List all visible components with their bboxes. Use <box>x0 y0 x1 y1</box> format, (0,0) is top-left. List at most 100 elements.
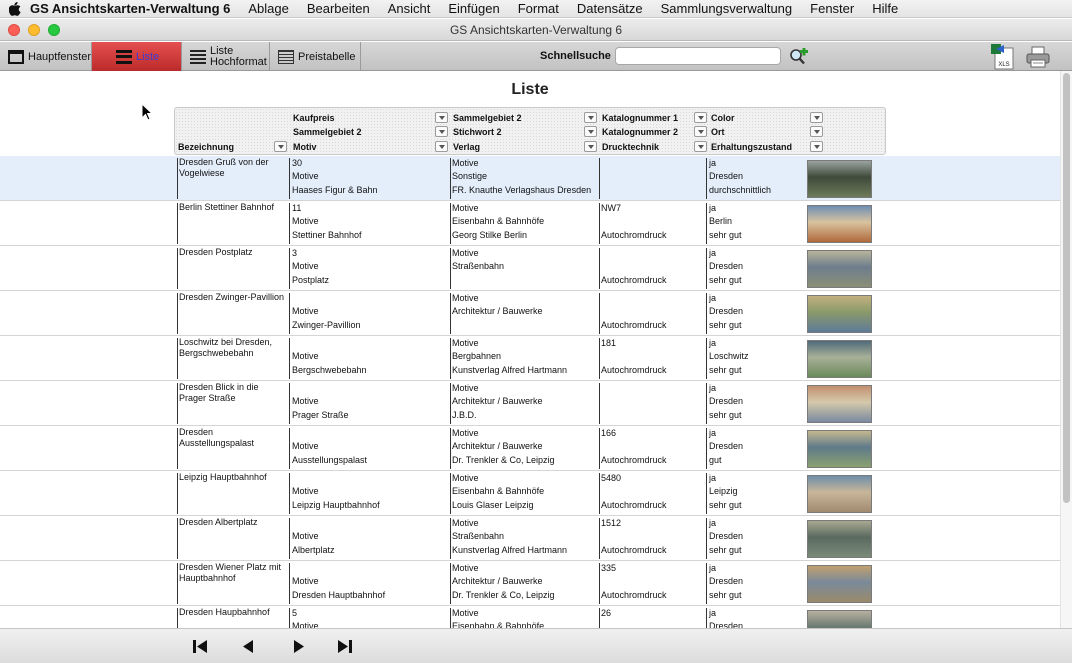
table-row[interactable]: Dresden Blick in die Prager Straße Motive… <box>0 381 1060 426</box>
list-portrait-button[interactable]: Liste Hochformat <box>182 42 270 71</box>
cell-ort: Dresden <box>709 576 744 586</box>
cell-kaufpreis: 30 <box>292 158 303 168</box>
quick-search-input[interactable] <box>615 47 781 65</box>
postcard-thumbnail[interactable] <box>807 340 872 378</box>
vertical-scrollbar[interactable] <box>1060 71 1072 628</box>
cell-sammelgebiet: Motive <box>292 396 319 406</box>
zoom-window-button[interactable] <box>48 24 60 36</box>
window-icon <box>8 49 24 64</box>
sort-bezeichnung-dropdown[interactable] <box>274 141 287 152</box>
column-separator <box>177 293 178 334</box>
postcard-thumbnail[interactable] <box>807 160 872 198</box>
cell-bezeichnung: Leipzig Hauptbahnhof <box>179 472 267 482</box>
cell-katalognummer-1: NW7 <box>601 203 621 213</box>
apple-menu-icon[interactable] <box>0 0 30 18</box>
cell-sammelgebiet-2: Motive <box>452 383 479 393</box>
postcard-thumbnail[interactable] <box>807 295 872 333</box>
postcard-thumbnail[interactable] <box>807 610 872 628</box>
cell-color: ja <box>709 383 717 393</box>
sort-drucktechnik-dropdown[interactable] <box>694 141 707 152</box>
postcard-thumbnail[interactable] <box>807 565 872 603</box>
menu-fenster[interactable]: Fenster <box>810 1 854 16</box>
table-row[interactable]: Dresden Haupbahnhof 5 Motive Motive Eisenbah… <box>0 606 1060 628</box>
menu-einfuegen[interactable]: Einfügen <box>448 1 499 16</box>
minimize-window-button[interactable] <box>28 24 40 36</box>
printer-icon[interactable] <box>1026 46 1050 68</box>
table-row[interactable]: Leipzig Hauptbahnhof Motive Leipzig Hauptb… <box>0 471 1060 516</box>
cell-bezeichnung: Dresden Ausstellungspalast <box>179 427 255 448</box>
price-table-button[interactable]: Preistabelle <box>270 42 361 71</box>
column-separator <box>177 608 178 628</box>
menu-format[interactable]: Format <box>518 1 559 16</box>
cell-ort: Dresden <box>709 531 744 541</box>
cell-motiv: Prager Straße <box>292 410 349 420</box>
cell-ort: Dresden <box>709 441 744 451</box>
cell-bezeichnung: Dresden Postplatz <box>179 247 253 257</box>
menu-bearbeiten[interactable]: Bearbeiten <box>307 1 370 16</box>
cell-erhaltungszustand: sehr gut <box>709 500 742 510</box>
sort-verlag-dropdown[interactable] <box>584 141 597 152</box>
cell-stichwort: Bergbahnen <box>452 351 502 361</box>
header-katalognummer1: Katalognummer 1 <box>602 113 679 123</box>
list-button[interactable]: Liste <box>92 42 182 71</box>
cell-color: ja <box>709 203 717 213</box>
table-row[interactable]: Dresden Albertplatz Motive Albertplatz Moti… <box>0 516 1060 561</box>
column-separator <box>706 203 707 244</box>
cell-kaufpreis: 5 <box>292 608 298 618</box>
postcard-thumbnail[interactable] <box>807 430 872 468</box>
column-separator <box>599 248 600 289</box>
postcard-thumbnail[interactable] <box>807 250 872 288</box>
excel-export-icon[interactable]: XLS <box>990 43 1014 70</box>
cell-color: ja <box>709 158 717 168</box>
postcard-thumbnail[interactable] <box>807 205 872 243</box>
sort-sammelgebiet2-a-dropdown[interactable] <box>435 126 448 137</box>
cell-color: ja <box>709 563 717 573</box>
sort-motiv-dropdown[interactable] <box>435 141 448 152</box>
last-record-icon[interactable] <box>336 638 354 655</box>
cell-verlag: Kunstverlag Alfred Hartmann <box>452 365 568 375</box>
menu-ablage[interactable]: Ablage <box>248 1 288 16</box>
column-separator <box>706 608 707 628</box>
next-record-icon[interactable] <box>290 638 308 655</box>
sort-erhaltungszustand-dropdown[interactable] <box>810 141 823 152</box>
cell-katalognummer-1: 26 <box>601 608 612 618</box>
menu-hilfe[interactable]: Hilfe <box>872 1 898 16</box>
table-row[interactable]: Dresden Gruß von der Vogelwiese 30 Motive H… <box>0 156 1060 201</box>
sort-stichwort2-dropdown[interactable] <box>584 126 597 137</box>
table-row[interactable]: Dresden Ausstellungspalast Motive Ausstell… <box>0 426 1060 471</box>
postcard-thumbnail[interactable] <box>807 385 872 423</box>
cell-bezeichnung: Loschwitz bei Dresden, Bergschwebebahn <box>179 337 273 358</box>
cell-katalognummer-1: 181 <box>601 338 617 348</box>
menu-app-name[interactable]: GS Ansichtskarten-Verwaltung 6 <box>30 1 230 16</box>
sort-color-dropdown[interactable] <box>810 112 823 123</box>
postcard-thumbnail[interactable] <box>807 520 872 558</box>
main-window-button[interactable]: Hauptfenster <box>0 42 92 71</box>
first-record-icon[interactable] <box>191 638 209 655</box>
column-separator <box>177 158 178 199</box>
table-row[interactable]: Dresden Zwinger-Pavillion Motive Zwinger-P… <box>0 291 1060 336</box>
price-table-label: Preistabelle <box>298 50 356 63</box>
table-row[interactable]: Dresden Postplatz 3 Motive Postplatz Motive S… <box>0 246 1060 291</box>
magnifier-plus-icon[interactable] <box>789 48 809 66</box>
sort-ort-dropdown[interactable] <box>810 126 823 137</box>
scrollbar-thumb[interactable] <box>1063 73 1070 503</box>
table-row[interactable]: Loschwitz bei Dresden, Bergschwebebahn Mo… <box>0 336 1060 381</box>
column-separator <box>289 383 290 424</box>
table-row[interactable]: Dresden Wiener Platz mit Hauptbahnhof Mot… <box>0 561 1060 606</box>
menu-ansicht[interactable]: Ansicht <box>388 1 431 16</box>
sort-kaufpreis-dropdown[interactable] <box>435 112 448 123</box>
sort-katalognummer1-dropdown[interactable] <box>694 112 707 123</box>
cell-motiv: Leipzig Hauptbahnhof <box>292 500 380 510</box>
postcard-thumbnail[interactable] <box>807 475 872 513</box>
menu-datensaetze[interactable]: Datensätze <box>577 1 643 16</box>
sort-sammelgebiet2-b-dropdown[interactable] <box>584 112 597 123</box>
cell-sammelgebiet: Motive <box>292 621 319 628</box>
sort-katalognummer2-dropdown[interactable] <box>694 126 707 137</box>
column-separator <box>706 518 707 559</box>
table-row[interactable]: Berlin Stettiner Bahnhof 11 Motive Stettine… <box>0 201 1060 246</box>
cell-bezeichnung: Dresden Zwinger-Pavillion <box>179 292 285 302</box>
previous-record-icon[interactable] <box>239 638 257 655</box>
column-separator <box>706 473 707 514</box>
close-window-button[interactable] <box>8 24 20 36</box>
menu-sammlungsverwaltung[interactable]: Sammlungsverwaltung <box>661 1 793 16</box>
